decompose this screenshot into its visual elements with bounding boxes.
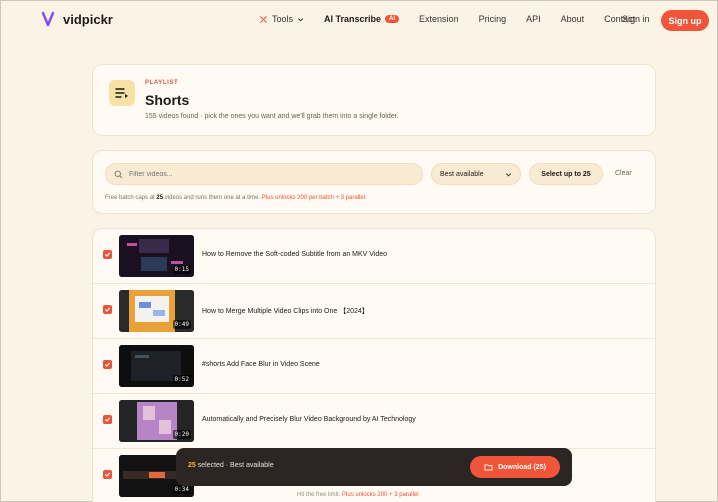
video-thumbnail[interactable]: 0:20 — [119, 400, 194, 442]
playlist-description: 155 videos found · pick the ones you wan… — [145, 113, 399, 120]
logo[interactable]: vidpickr — [41, 11, 113, 27]
check-icon — [104, 362, 111, 367]
row-checkbox[interactable] — [103, 415, 112, 424]
nav-ai-transcribe[interactable]: AI Transcribe AI — [324, 14, 400, 24]
video-duration: 0:15 — [172, 265, 191, 274]
download-label: Download (25) — [498, 463, 546, 471]
search-input[interactable] — [129, 170, 409, 178]
chevron-down-icon — [297, 17, 304, 21]
free-limit-hint: Hit the free limit. Plus unlocks 200 + 3… — [297, 492, 419, 498]
filter-card: Best available Select up to 25 Clear Fre… — [92, 150, 656, 214]
nav-about[interactable]: About — [561, 14, 585, 24]
video-duration: 0:49 — [172, 320, 191, 329]
video-thumbnail[interactable]: 0:15 — [119, 235, 194, 277]
nav-links: Tools AI Transcribe AI Extension Pricing… — [259, 14, 655, 24]
check-icon — [104, 417, 111, 422]
nav-tools-label: Tools — [272, 14, 294, 24]
folder-icon — [484, 464, 493, 471]
selected-count: 25 — [188, 462, 196, 469]
table-row[interactable]: 0:20 Automatically and Precisely Blur Vi… — [93, 394, 655, 449]
nav-extension[interactable]: Extension — [419, 14, 459, 24]
nav-api[interactable]: API — [526, 14, 541, 24]
logo-icon — [41, 11, 55, 27]
playlist-kicker: PLAYLIST — [145, 80, 179, 86]
nav-tools[interactable]: Tools — [259, 14, 304, 24]
brand-name: vidpickr — [63, 11, 113, 27]
selection-bar: 25 selected · Best available Download (2… — [176, 448, 572, 486]
check-icon — [104, 472, 111, 477]
row-checkbox[interactable] — [103, 470, 112, 479]
tools-icon — [260, 15, 267, 23]
nav-ai-transcribe-label: AI Transcribe — [324, 14, 382, 24]
video-title: #shorts Add Face Blur in Video Scene — [202, 361, 320, 368]
batch-caps-note: Free batch caps at 25 videos and runs th… — [105, 195, 367, 201]
video-title: How to Merge Multiple Video Clips into O… — [202, 308, 369, 315]
quality-select[interactable]: Best available — [431, 163, 521, 185]
selection-summary: 25 selected · Best available — [188, 462, 274, 469]
check-icon — [104, 307, 111, 312]
signup-button[interactable]: Sign up — [661, 10, 709, 31]
video-title: Automatically and Precisely Blur Video B… — [202, 416, 416, 423]
row-checkbox[interactable] — [103, 305, 112, 314]
select-up-to-button[interactable]: Select up to 25 — [529, 163, 603, 185]
signin-link[interactable]: Sign in — [622, 14, 650, 24]
table-row[interactable]: 0:49 How to Merge Multiple Video Clips i… — [93, 284, 655, 339]
caps-plus-upsell[interactable]: Plus unlocks 200 per batch + 3 parallel. — [262, 195, 367, 201]
video-thumbnail[interactable]: 0:49 — [119, 290, 194, 332]
video-thumbnail[interactable]: 0:52 — [119, 345, 194, 387]
playlist-title: Shorts — [145, 92, 190, 108]
caps-count: 25 — [156, 195, 164, 201]
playlist-icon — [109, 80, 135, 106]
row-checkbox[interactable] — [103, 250, 112, 259]
caps-prefix: Free batch caps at — [105, 195, 155, 201]
table-row[interactable]: 0:15 How to Remove the Soft-coded Subtit… — [93, 229, 655, 284]
row-checkbox[interactable] — [103, 360, 112, 369]
playlist-header-card: PLAYLIST Shorts 155 videos found · pick … — [92, 64, 656, 136]
search-icon — [114, 170, 123, 178]
search-box[interactable] — [105, 163, 423, 185]
video-title: How to Remove the Soft-coded Subtitle fr… — [202, 251, 388, 258]
selection-text: selected · Best available — [197, 462, 274, 469]
quality-value: Best available — [440, 170, 484, 178]
video-duration: 0:52 — [172, 375, 191, 384]
hint-plus-upsell[interactable]: Plus unlocks 200 + 3 parallel — [342, 492, 419, 498]
top-nav: vidpickr Tools AI Transcribe AI Extensio… — [1, 1, 717, 41]
video-duration: 0:34 — [172, 485, 191, 494]
clear-button[interactable]: Clear — [615, 170, 632, 177]
table-row[interactable]: 0:52 #shorts Add Face Blur in Video Scen… — [93, 339, 655, 394]
video-duration: 0:20 — [172, 430, 191, 439]
download-button[interactable]: Download (25) — [470, 456, 560, 478]
caps-suffix: videos and runs them one at a time. — [164, 195, 261, 201]
chevron-down-icon — [505, 172, 512, 176]
ai-badge: AI — [385, 15, 400, 23]
hint-prefix: Hit the free limit. — [297, 492, 341, 498]
check-icon — [104, 252, 111, 257]
nav-pricing[interactable]: Pricing — [479, 14, 507, 24]
